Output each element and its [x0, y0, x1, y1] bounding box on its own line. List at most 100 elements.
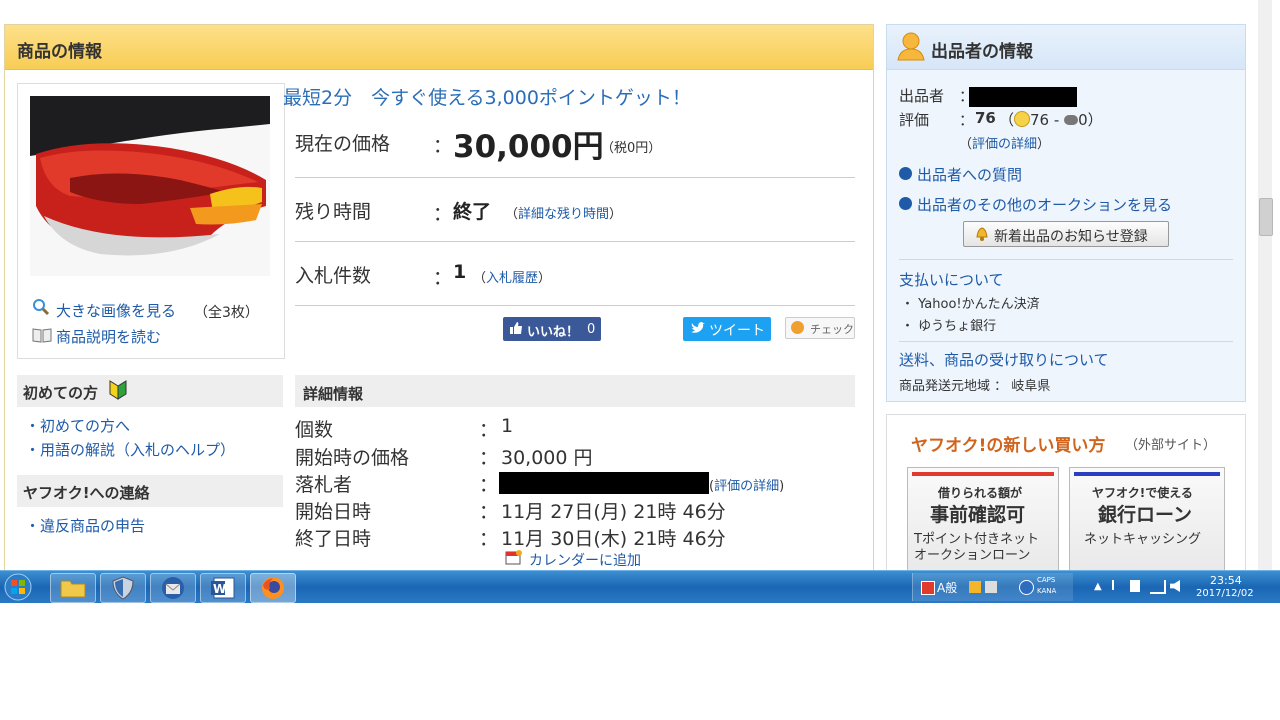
- winner-redacted: [499, 472, 709, 494]
- seller-other-auctions-link[interactable]: 出品者のその他のオークションを見る: [917, 194, 1172, 215]
- promo-link[interactable]: 最短2分 今すぐ使える3,000ポイントゲット！: [283, 83, 691, 110]
- power-icon[interactable]: [1130, 580, 1140, 592]
- taskbar-security-button[interactable]: [100, 573, 146, 603]
- add-calendar-link[interactable]: カレンダーに追加: [529, 550, 641, 570]
- detail-value: 30,000 円: [501, 447, 593, 469]
- arrow-circle-icon: [899, 197, 912, 210]
- word-icon: W: [211, 577, 235, 599]
- ad-card-bank-loan[interactable]: ヤフオク!で使える 銀行ローン ネットキャッシング: [1069, 467, 1225, 573]
- rating-label: 評価: [899, 111, 930, 129]
- rating-breakdown: （76 - 0）: [999, 111, 1103, 129]
- payment-method: ・ Yahoo!かんたん決済: [901, 297, 1040, 312]
- winner-rating-link[interactable]: 評価の詳細: [714, 479, 779, 494]
- arrow-circle-icon: [899, 167, 912, 180]
- product-info-title: 商品の情報: [17, 42, 102, 62]
- language-bar: A般 CAPS KANA: [912, 573, 1073, 601]
- firefox-icon: [262, 577, 284, 599]
- taskbar-firefox-button[interactable]: [250, 573, 296, 603]
- product-image[interactable]: [30, 96, 270, 276]
- new-buying-ad-panel: ヤフオク!の新しい買い方 （外部サイト） 借りられる額が 事前確認可 Tポイント…: [886, 414, 1246, 576]
- rain-icon: [1064, 115, 1079, 125]
- card-accent-bar: [912, 472, 1054, 476]
- view-large-image-link[interactable]: 大きな画像を見る: [56, 300, 176, 321]
- book-icon: [32, 326, 52, 344]
- product-info-panel: 商品の情報 大きな画像を見る （全3枚） 商品説明を読む 最短2分 今すぐ使える…: [4, 24, 874, 571]
- clock-time[interactable]: 23:54: [1210, 574, 1242, 587]
- tweet-button[interactable]: ツイート: [683, 317, 771, 341]
- like-label: いいね！: [527, 325, 580, 340]
- contact-header: ヤフオク!への連絡: [17, 475, 283, 507]
- rating-detail-link[interactable]: 評価の詳細: [972, 137, 1037, 152]
- rating-bad: 0: [1078, 111, 1088, 129]
- detail-colon: ：: [479, 474, 499, 496]
- ad-card-auction-loan[interactable]: 借りられる額が 事前確認可 Tポイント付きネット オークションローン: [907, 467, 1059, 573]
- report-violation-link[interactable]: ・違反商品の申告: [25, 515, 145, 536]
- flag-icon[interactable]: [1112, 580, 1124, 590]
- notify-button[interactable]: 新着出品のお知らせ登録: [963, 221, 1169, 247]
- like-count: 0: [587, 322, 596, 337]
- detail-colon: ：: [479, 447, 499, 469]
- detail-value: 11月 27日(月) 21時 46分: [501, 501, 726, 523]
- card2-big: 銀行ローン: [1098, 504, 1193, 526]
- taskbar-thunderbird-button[interactable]: [150, 573, 196, 603]
- taskbar-folder-button[interactable]: [50, 573, 96, 603]
- ime-tool-icon[interactable]: [921, 581, 935, 595]
- check-button[interactable]: チェック: [785, 317, 855, 339]
- tweet-label: ツイート: [709, 323, 765, 339]
- security-shield-icon: [112, 576, 134, 600]
- shipping-link[interactable]: 送料、商品の受け取りについて: [899, 349, 1109, 370]
- bell-icon: [974, 225, 990, 245]
- clock-date[interactable]: 2017/12/02: [1196, 588, 1254, 599]
- kana-indicator: KANA: [1037, 587, 1057, 595]
- beginner-header: 初めての方: [17, 375, 283, 407]
- rating-good: 76: [1030, 111, 1050, 129]
- ime-settings-icon[interactable]: [985, 581, 997, 593]
- detail-label: 開始日時: [295, 501, 372, 523]
- start-button[interactable]: [0, 571, 40, 603]
- person-icon: [897, 31, 925, 65]
- detail-colon: ：: [479, 419, 499, 441]
- rating-value[interactable]: 76: [975, 109, 996, 127]
- taskbar-word-button[interactable]: W: [200, 573, 246, 603]
- detail-label: 開始時の価格: [295, 447, 410, 469]
- ad-subtitle: （外部サイト）: [1125, 438, 1217, 453]
- remaining-detail: （詳細な残り時間）: [505, 207, 623, 222]
- beginner-link[interactable]: ・初めての方へ: [25, 415, 130, 436]
- ship-from-label: 商品発送元地域: [899, 379, 991, 394]
- detail-colon: ：: [479, 501, 499, 523]
- ime-help-icon[interactable]: [1019, 580, 1034, 595]
- ime-mode[interactable]: A般: [937, 579, 957, 596]
- read-description-link[interactable]: 商品説明を読む: [56, 326, 161, 347]
- ime-dictionary-icon[interactable]: [969, 581, 981, 593]
- scrollbar-thumb[interactable]: [1259, 198, 1273, 236]
- detail-colon: ：: [479, 528, 499, 550]
- glossary-link[interactable]: ・用語の解説（入札のヘルプ）: [25, 439, 235, 460]
- price-colon: ：: [433, 135, 453, 157]
- glossary-link-label: 用語の解説（入札のヘルプ）: [40, 441, 236, 459]
- ship-from-value: 岐阜県: [1011, 379, 1051, 394]
- rating-colon: ：: [959, 111, 975, 129]
- card1-big: 事前確認可: [930, 504, 1026, 526]
- thunderbird-icon: [162, 577, 184, 599]
- divider: [899, 259, 1233, 260]
- rating-sep: -: [1053, 111, 1060, 129]
- remaining-detail-link[interactable]: 詳細な残り時間: [518, 207, 609, 222]
- network-icon[interactable]: [1150, 580, 1166, 594]
- seller-question-link[interactable]: 出品者への質問: [917, 164, 1022, 185]
- page-scrollbar[interactable]: [1258, 0, 1272, 570]
- seller-label: 出品者: [899, 87, 945, 105]
- divider: [295, 241, 855, 242]
- details-header: 詳細情報: [295, 375, 855, 407]
- bids-label: 入札件数: [295, 265, 372, 287]
- volume-icon[interactable]: [1170, 580, 1180, 592]
- bid-history-link[interactable]: 入札履歴: [486, 271, 538, 286]
- show-hidden-icons[interactable]: ▲: [1094, 581, 1102, 592]
- divider: [295, 305, 855, 306]
- like-button[interactable]: いいね！ 0: [503, 317, 601, 341]
- seller-name-redacted[interactable]: [969, 87, 1077, 107]
- card1-small: 借りられる額が: [938, 486, 1023, 500]
- image-box: 大きな画像を見る （全3枚） 商品説明を読む: [17, 83, 285, 359]
- ship-from-colon: ：: [994, 379, 1008, 394]
- seller-info-header: 出品者の情報: [887, 25, 1245, 70]
- payment-link[interactable]: 支払いについて: [899, 269, 1004, 290]
